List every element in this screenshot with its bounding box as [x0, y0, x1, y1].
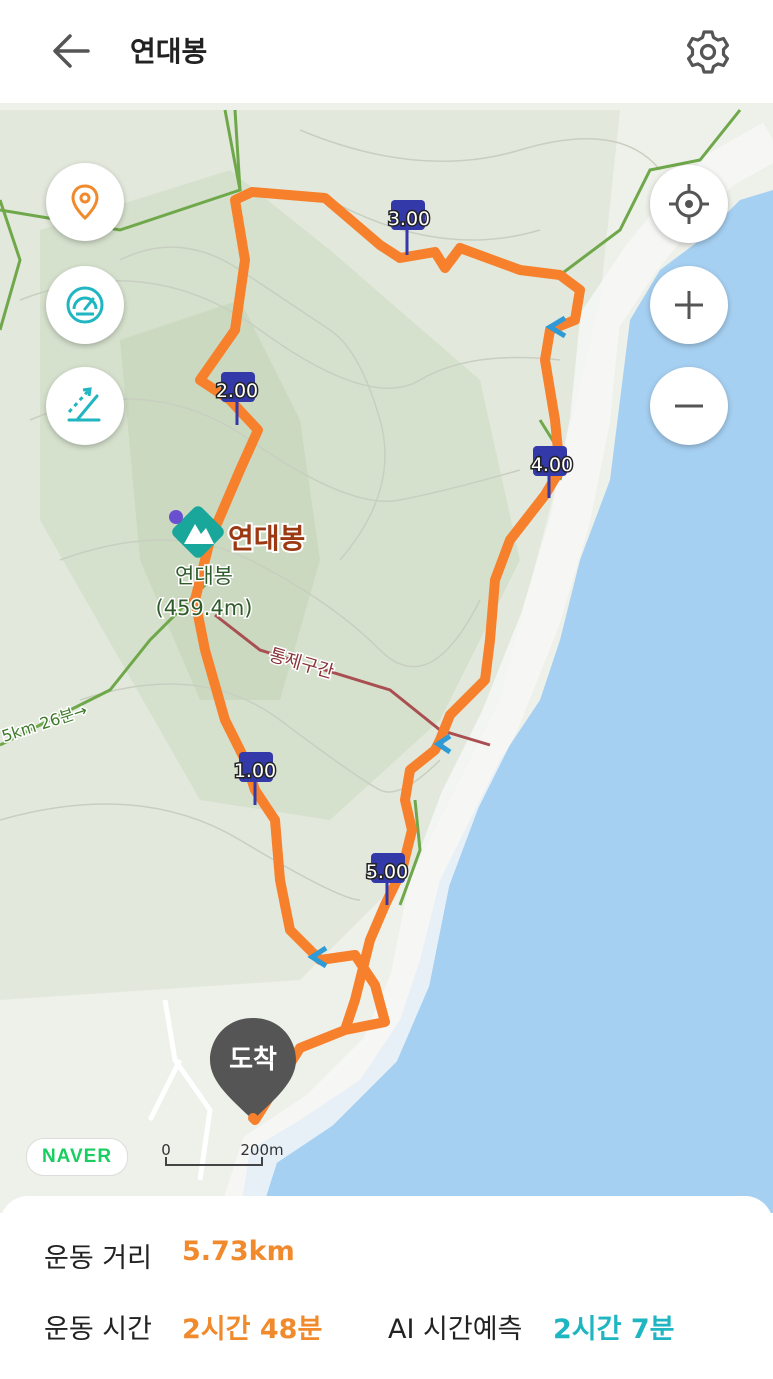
ai-estimate-value: 2시간 7분	[553, 1314, 675, 1345]
map-canvas: 2.00 3.00 4.00 1.00 5.00 연대봉 연대봉 (459.4m…	[0, 103, 773, 1213]
km-marker-label: 1.00	[234, 760, 276, 782]
distance-label: 운동 거리	[44, 1243, 152, 1274]
location-pin-icon	[71, 184, 99, 221]
settings-button[interactable]	[684, 28, 732, 76]
km-marker-label: 2.00	[216, 380, 258, 402]
gps-target-icon	[669, 184, 709, 224]
app-header: 연대봉	[0, 0, 773, 103]
speedometer-icon	[66, 286, 104, 324]
gear-icon	[686, 30, 730, 74]
map-view[interactable]: 2.00 3.00 4.00 1.00 5.00 연대봉 연대봉 (459.4m…	[0, 103, 773, 1213]
km-marker-label: 4.00	[531, 454, 573, 476]
zoom-out-button[interactable]	[650, 367, 728, 445]
back-arrow-icon	[53, 34, 90, 68]
time-value: 2시간 48분	[182, 1314, 323, 1345]
peak-name: 연대봉	[175, 564, 233, 588]
zoom-out-icon	[675, 404, 703, 408]
speed-button[interactable]	[46, 266, 124, 344]
current-location-button[interactable]	[650, 165, 728, 243]
zoom-in-icon	[675, 291, 703, 319]
peak-elevation: (459.4m)	[156, 596, 253, 620]
page-title: 연대봉	[130, 35, 208, 68]
location-button[interactable]	[46, 163, 124, 241]
stats-panel: 운동 거리 5.73km 운동 시간 2시간 48분 AI 시간예측 2시간 7…	[0, 1196, 773, 1379]
ai-estimate-label: AI 시간예측	[388, 1314, 523, 1345]
scale-distance: 200m	[240, 1141, 283, 1159]
time-label: 운동 시간	[44, 1314, 152, 1345]
distance-value: 5.73km	[182, 1236, 295, 1267]
naver-logo[interactable]: NAVER	[26, 1138, 128, 1176]
scale-zero: 0	[161, 1141, 171, 1159]
km-marker-label: 5.00	[366, 861, 408, 883]
km-marker-label: 3.00	[388, 208, 430, 230]
peak-label: 연대봉	[228, 522, 305, 555]
zoom-in-button[interactable]	[650, 266, 728, 344]
slope-icon	[67, 387, 101, 422]
slope-button[interactable]	[46, 367, 124, 445]
back-button[interactable]	[48, 28, 98, 74]
arrival-label: 도착	[229, 1045, 277, 1075]
